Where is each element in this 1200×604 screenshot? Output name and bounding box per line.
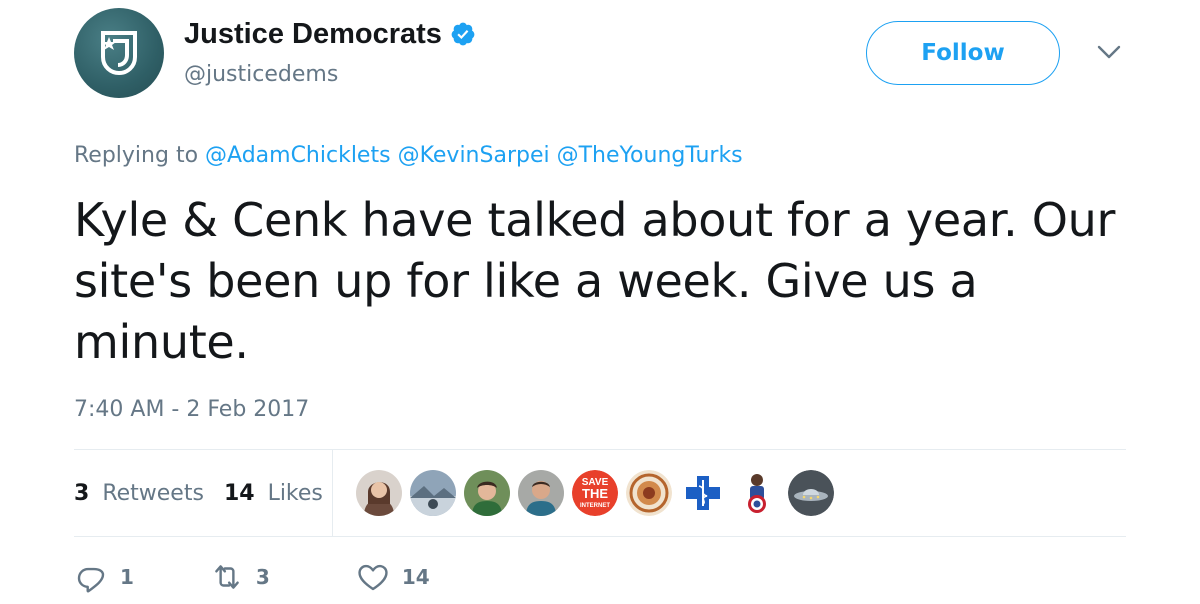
tweet-text-line: minute. bbox=[74, 315, 249, 369]
mention-link[interactable]: @TheYoungTurks bbox=[557, 143, 743, 168]
like-count: 14 bbox=[401, 565, 430, 589]
reply-context-prefix: Replying to bbox=[74, 143, 199, 168]
likes-stat[interactable]: 14 Likes bbox=[224, 479, 323, 509]
retweet-button[interactable]: 3 bbox=[210, 560, 270, 594]
display-name-text: Justice Democrats bbox=[184, 18, 442, 50]
landscape-avatar-icon bbox=[410, 470, 456, 516]
reply-count: 1 bbox=[120, 565, 134, 589]
liker-avatar[interactable] bbox=[626, 470, 672, 516]
likes-count: 14 bbox=[223, 481, 255, 506]
medical-cross-icon bbox=[680, 470, 726, 516]
verified-badge-icon bbox=[451, 22, 475, 46]
tweet-timestamp[interactable]: 7:40 AM - 2 Feb 2017 bbox=[74, 395, 309, 425]
reply-context: Replying to @AdamChicklets @KevinSarpei … bbox=[74, 141, 743, 171]
avatar-text: INTERNET bbox=[580, 503, 610, 509]
liker-avatar[interactable] bbox=[356, 470, 402, 516]
profile-avatar[interactable] bbox=[74, 8, 164, 98]
justice-democrats-logo-icon bbox=[101, 31, 137, 76]
divider bbox=[74, 536, 1126, 537]
like-button[interactable]: 14 bbox=[356, 560, 430, 594]
account-handle[interactable]: @justicedems bbox=[184, 60, 338, 90]
liker-avatar[interactable] bbox=[680, 470, 726, 516]
follow-button[interactable]: Follow bbox=[866, 21, 1060, 85]
chevron-down-icon[interactable] bbox=[1096, 42, 1122, 62]
person-avatar-icon bbox=[464, 470, 510, 516]
likes-label: Likes bbox=[267, 481, 323, 506]
retweets-label: Retweets bbox=[102, 481, 204, 506]
retweets-count: 3 bbox=[74, 481, 90, 506]
retweets-stat[interactable]: 3 Retweets bbox=[74, 479, 204, 509]
avatar-text: THE bbox=[582, 486, 608, 501]
stats-separator bbox=[332, 450, 333, 536]
liker-avatar[interactable] bbox=[518, 470, 564, 516]
mention-link[interactable]: @KevinSarpei bbox=[398, 143, 550, 168]
heart-icon bbox=[358, 564, 388, 591]
tweet-stats: 3 Retweets 14 Likes bbox=[74, 479, 323, 509]
tweet-text-line: site's been up for like a week. Give us … bbox=[74, 254, 978, 308]
reply-button[interactable]: 1 bbox=[74, 560, 134, 594]
liker-avatar[interactable]: SAVE THE INTERNET bbox=[572, 470, 618, 516]
display-name[interactable]: Justice Democrats bbox=[184, 16, 476, 52]
ufo-avatar-icon bbox=[788, 470, 834, 516]
person-avatar-icon bbox=[356, 470, 402, 516]
tweet-actions: 1 3 14 bbox=[74, 560, 430, 594]
save-the-internet-avatar-icon: SAVE THE INTERNET bbox=[572, 470, 618, 516]
seal-avatar-icon bbox=[626, 470, 672, 516]
liker-avatar[interactable] bbox=[734, 470, 780, 516]
retweet-count: 3 bbox=[255, 565, 270, 589]
tweet-text: Kyle & Cenk have talked about for a year… bbox=[74, 190, 1154, 373]
reply-icon bbox=[77, 567, 105, 593]
liker-avatar[interactable] bbox=[410, 470, 456, 516]
mention-link[interactable]: @AdamChicklets bbox=[205, 143, 391, 168]
likers-list: SAVE THE INTERNET bbox=[356, 470, 842, 516]
retweet-icon bbox=[215, 565, 239, 589]
superhero-avatar-icon bbox=[734, 470, 780, 516]
tweet-text-line: Kyle & Cenk have talked about for a year… bbox=[74, 193, 1116, 247]
liker-avatar[interactable] bbox=[788, 470, 834, 516]
person-avatar-icon bbox=[518, 470, 564, 516]
liker-avatar[interactable] bbox=[464, 470, 510, 516]
divider bbox=[74, 449, 1126, 450]
